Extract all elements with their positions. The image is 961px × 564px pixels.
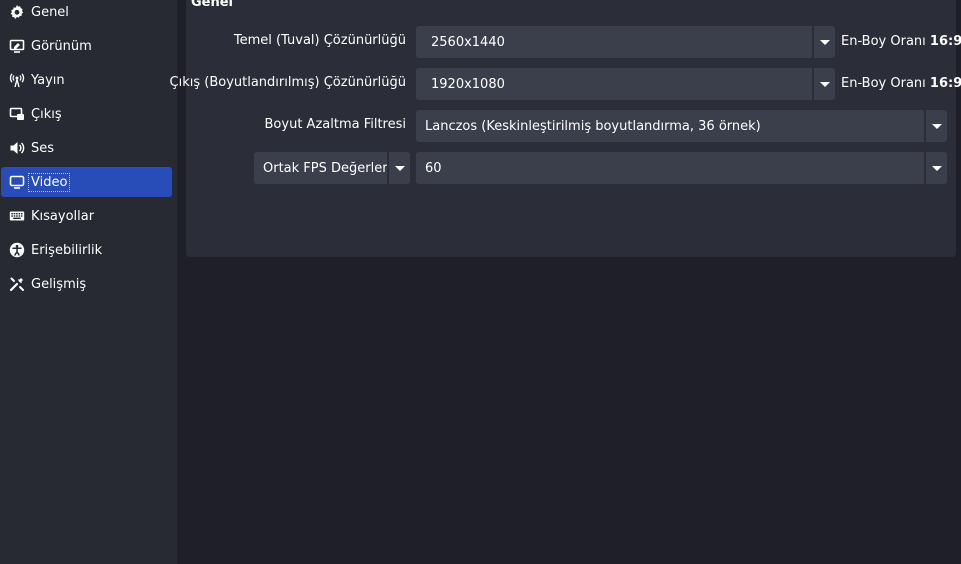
antenna-icon xyxy=(8,71,26,89)
fps-type-combobox[interactable]: Ortak FPS Değerleri xyxy=(254,152,410,184)
aspect-ratio-value: 16:9 xyxy=(929,76,961,91)
keyboard-icon xyxy=(8,207,26,225)
speaker-icon xyxy=(8,139,26,157)
fps-type-value: Ortak FPS Değerleri xyxy=(263,160,387,176)
video-general-group: Genel Temel (Tuval) Çözünürlüğü 2560x144… xyxy=(170,0,961,257)
monitor-icon xyxy=(8,173,26,191)
sidebar-item-gelismis[interactable]: Gelişmiş xyxy=(1,269,172,299)
sidebar-item-ses[interactable]: Ses xyxy=(1,133,172,163)
settings-main: Genel Temel (Tuval) Çözünürlüğü 2560x144… xyxy=(170,0,961,564)
chevron-down-icon[interactable] xyxy=(924,110,947,142)
output-resolution-combobox[interactable]: 1920x1080 xyxy=(416,68,835,100)
chevron-down-icon[interactable] xyxy=(812,26,835,58)
sidebar-item-label: Çıkış xyxy=(31,106,62,122)
output-resolution-value: 1920x1080 xyxy=(431,76,505,92)
sidebar-item-gorunum[interactable]: Görünüm xyxy=(1,31,172,61)
chevron-down-icon[interactable] xyxy=(812,68,835,100)
sidebar-item-label: Genel xyxy=(31,4,69,20)
chevron-down-icon[interactable] xyxy=(924,152,947,184)
tools-icon xyxy=(8,275,26,293)
base-resolution-value: 2560x1440 xyxy=(431,34,505,50)
sidebar-item-label: Video xyxy=(27,172,71,192)
aspect-ratio-label: En-Boy Oranı xyxy=(841,76,930,91)
sidebar-item-label: Ses xyxy=(31,140,55,156)
chevron-down-icon[interactable] xyxy=(387,152,410,184)
sidebar-item-label: Gelişmiş xyxy=(31,276,87,292)
sidebar-item-label: Yayın xyxy=(31,72,65,88)
gear-icon xyxy=(8,3,26,21)
sidebar-item-label: Kısayollar xyxy=(31,208,95,224)
sidebar-item-cikis[interactable]: Çıkış xyxy=(1,99,172,129)
downscale-filter-combobox[interactable]: Lanczos (Keskinleştirilmiş boyutlandırma… xyxy=(416,110,947,142)
output-aspect-ratio: En-Boy Oranı 16:9 xyxy=(841,76,961,91)
sidebar-item-label: Erişebilirlik xyxy=(31,242,103,258)
fps-value-combobox[interactable]: 60 xyxy=(416,152,947,184)
base-aspect-ratio: En-Boy Oranı 16:9 xyxy=(841,34,961,49)
base-resolution-label: Temel (Tuval) Çözünürlüğü xyxy=(233,33,406,48)
sidebar-item-video[interactable]: Video xyxy=(1,167,172,197)
appearance-icon xyxy=(8,37,26,55)
downscale-filter-label: Boyut Azaltma Filtresi xyxy=(264,117,406,132)
sidebar-item-yayin[interactable]: Yayın xyxy=(1,65,172,95)
group-title: Genel xyxy=(191,0,234,10)
accessibility-icon xyxy=(8,241,26,259)
downscale-filter-value: Lanczos (Keskinleştirilmiş boyutlandırma… xyxy=(425,118,761,134)
sidebar-item-kisayollar[interactable]: Kısayollar xyxy=(1,201,172,231)
aspect-ratio-label: En-Boy Oranı xyxy=(841,34,930,49)
settings-sidebar: Genel Görünüm Yayın Çıkış Ses Video Kısa… xyxy=(0,0,177,564)
sidebar-item-erisebilirlik[interactable]: Erişebilirlik xyxy=(1,235,172,265)
output-resolution-label: Çıkış (Boyutlandırılmış) Çözünürlüğü xyxy=(169,75,406,90)
base-resolution-combobox[interactable]: 2560x1440 xyxy=(416,26,835,58)
aspect-ratio-value: 16:9 xyxy=(929,34,961,49)
output-icon xyxy=(8,105,26,123)
sidebar-item-label: Görünüm xyxy=(31,38,92,54)
fps-value: 60 xyxy=(425,160,442,176)
sidebar-item-genel[interactable]: Genel xyxy=(1,0,172,27)
